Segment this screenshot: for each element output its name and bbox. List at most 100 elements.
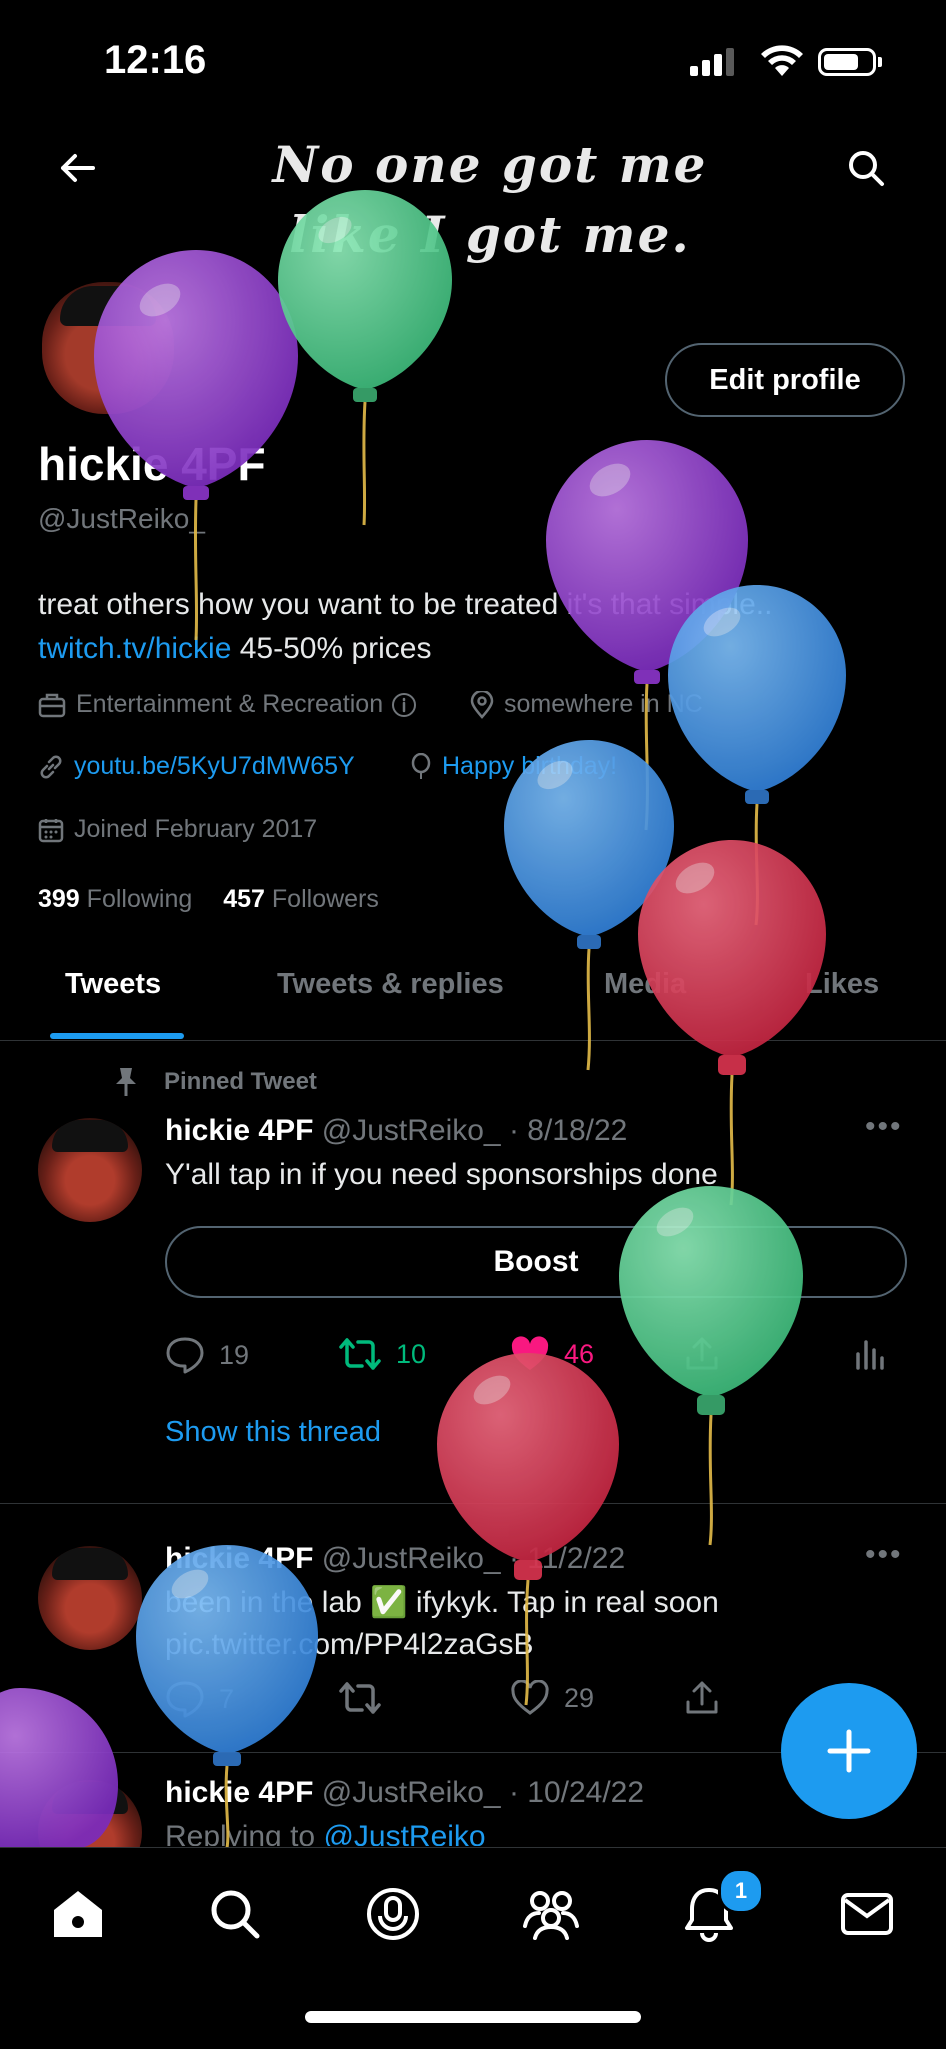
status-time: 12:16 (104, 38, 207, 82)
search-icon (211, 1890, 260, 1939)
briefcase-icon (38, 693, 66, 717)
reply-count: 19 (219, 1339, 250, 1370)
followers-link[interactable]: 457 Followers (223, 885, 379, 913)
share-button[interactable] (685, 1336, 733, 1372)
tweet-text: Y'all tap in if you need sponsorships do… (165, 1158, 718, 1191)
tweet-avatar[interactable] (38, 1118, 142, 1222)
share-icon (686, 1681, 718, 1714)
pinned-text: Pinned Tweet (164, 1068, 317, 1095)
envelope-icon (841, 1893, 893, 1935)
analytics-button[interactable] (855, 1336, 901, 1370)
profile-category: Entertainment & Recreation (38, 690, 427, 719)
tweet-avatar[interactable] (38, 1546, 142, 1650)
tweet-meta: @JustReiko_ · 8/18/22 (321, 1114, 628, 1147)
tweet-author-name[interactable]: hickie 4PF (165, 1114, 313, 1147)
reply-button[interactable]: 19 (165, 1336, 249, 1374)
search-button[interactable] (838, 140, 894, 196)
reply-context: Replying to @JustReiko (165, 1816, 486, 1846)
category-text: Entertainment & Recreation (76, 690, 384, 718)
reply-button[interactable]: 7 (165, 1680, 234, 1718)
website-link[interactable]: youtu.be/5KyU7dMW65Y (74, 752, 355, 781)
calendar-icon (38, 818, 64, 842)
microphone-spaces-icon (367, 1888, 419, 1940)
heart-icon (511, 1680, 549, 1715)
location-text: somewhere in NC (504, 690, 703, 718)
bio-line-1: treat others how you want to be treated … (38, 588, 773, 621)
reply-icon (166, 1337, 204, 1374)
battery-tip (878, 57, 882, 67)
following-count: 399 (38, 885, 80, 913)
compose-tweet-button[interactable] (781, 1683, 917, 1819)
more-options-icon[interactable]: ••• (865, 1538, 903, 1572)
arrow-left-icon (61, 154, 95, 182)
spaces-tab[interactable] (363, 1884, 423, 1944)
retweet-button[interactable] (338, 1680, 396, 1716)
tweet-author-name[interactable]: hickie 4PF (165, 1542, 313, 1575)
profile-tabs: Tweets Tweets & replies Media Likes (0, 950, 946, 1041)
tweet-header: hickie 4PF @JustReiko_ · 11/2/22 (165, 1542, 625, 1576)
bio-link[interactable]: twitch.tv/hickie (38, 632, 231, 665)
tab-media[interactable]: Media (604, 968, 686, 1001)
cellular-signal-icon (690, 48, 738, 76)
info-icon[interactable] (391, 692, 417, 718)
link-icon (40, 755, 62, 778)
profile-birthday: Happy birthday! (410, 752, 617, 781)
birthday-text[interactable]: Happy birthday! (442, 752, 617, 781)
messages-tab[interactable] (837, 1884, 897, 1944)
tweet-divider (0, 1503, 946, 1504)
home-indicator (305, 2011, 641, 2023)
reply-to-link[interactable]: @JustReiko (323, 1820, 485, 1846)
battery-icon (818, 48, 876, 76)
like-button[interactable]: 46 (510, 1336, 594, 1372)
like-button[interactable]: 29 (510, 1680, 594, 1716)
follow-counts: 399 Following 457 Followers (38, 885, 379, 914)
home-tab[interactable] (48, 1884, 108, 1944)
heart-filled-icon (511, 1336, 549, 1370)
tweet-text: been in the lab ✅ ifykyk. Tap in real so… (165, 1586, 719, 1619)
reply-prefix: Replying to (165, 1820, 324, 1846)
tweet-header: hickie 4PF @JustReiko_ · 8/18/22 (165, 1114, 627, 1148)
tweet-meta: @JustReiko_ · 11/2/22 (321, 1542, 626, 1575)
pinned-label: Pinned Tweet (112, 1066, 317, 1098)
tab-tweets-replies[interactable]: Tweets & replies (277, 968, 504, 1001)
profile-name: hickie 4PF (38, 438, 266, 490)
followers-count: 457 (223, 885, 265, 913)
share-button[interactable] (685, 1680, 733, 1716)
retweet-button[interactable]: 10 (338, 1336, 426, 1372)
boost-button[interactable]: Boost (165, 1226, 907, 1298)
show-thread-link[interactable]: Show this thread (165, 1416, 381, 1449)
tab-indicator (50, 1033, 184, 1039)
profile-avatar[interactable] (38, 278, 178, 418)
search-icon (849, 151, 884, 186)
followers-label: Followers (271, 885, 379, 913)
like-count: 29 (564, 1682, 595, 1713)
edit-profile-button[interactable]: Edit profile (665, 343, 905, 417)
location-pin-icon (470, 690, 494, 719)
header-banner-text: No one got me like I got me. (272, 135, 708, 264)
like-count: 46 (564, 1338, 595, 1369)
reply-icon (166, 1681, 204, 1718)
retweet-icon (339, 1338, 381, 1370)
tweet-author-name[interactable]: hickie 4PF (165, 1776, 313, 1809)
profile-website[interactable]: youtu.be/5KyU7dMW65Y (38, 752, 355, 781)
communities-tab[interactable] (521, 1884, 581, 1944)
analytics-icon (856, 1340, 884, 1370)
balloon-icon (411, 752, 431, 779)
back-button[interactable] (50, 140, 106, 196)
share-icon (686, 1337, 718, 1370)
following-link[interactable]: 399 Following (38, 885, 192, 913)
search-tab[interactable] (205, 1884, 265, 1944)
joined-text: Joined February 2017 (74, 815, 318, 843)
home-icon (54, 1891, 102, 1937)
profile-handle: @JustReiko_ (38, 503, 205, 534)
profile-bio: treat others how you want to be treated … (38, 583, 898, 671)
tab-tweets[interactable]: Tweets (65, 968, 161, 1001)
tab-likes[interactable]: Likes (805, 968, 879, 1001)
retweet-icon (339, 1682, 381, 1714)
wifi-icon (760, 44, 804, 83)
tweet-media-link[interactable]: pic.twitter.com/PP4l2zaGsB (165, 1624, 533, 1666)
more-options-icon[interactable]: ••• (865, 1110, 903, 1144)
following-label: Following (86, 885, 193, 913)
pin-icon (116, 1068, 136, 1096)
notifications-badge: 1 (718, 1868, 764, 1914)
